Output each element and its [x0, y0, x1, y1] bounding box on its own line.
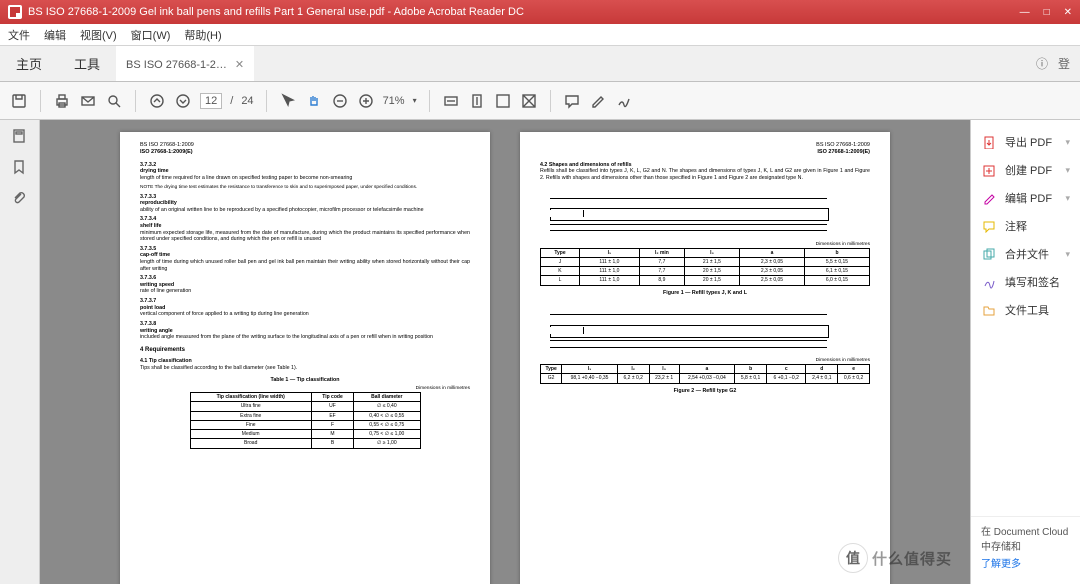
zoom-out-icon[interactable]	[331, 92, 349, 110]
right-tools-panel: 导出 PDF▾ 创建 PDF▾ 编辑 PDF▾ 注释 合并文件▾ 填写和签名 文…	[970, 120, 1080, 584]
left-nav-rail	[0, 120, 40, 584]
save-icon[interactable]	[10, 92, 28, 110]
attachment-icon[interactable]	[11, 190, 29, 211]
fit-page-icon[interactable]	[468, 92, 486, 110]
bookmark-icon[interactable]	[11, 159, 29, 180]
menu-window[interactable]: 窗口(W)	[131, 27, 171, 43]
pointer-icon[interactable]	[279, 92, 297, 110]
tab-home[interactable]: 主页	[0, 46, 58, 81]
title-bar: BS ISO 27668-1-2009 Gel ink ball pens an…	[0, 0, 1080, 24]
page-sep: /	[230, 95, 233, 107]
table-figure-2: Typel₁l₂l₃abcde G298,1 +0,40 −0,356,2 ± …	[540, 364, 870, 384]
comment-icon[interactable]	[563, 92, 581, 110]
watermark: 值 什么值得买	[830, 540, 960, 576]
search-icon[interactable]	[105, 92, 123, 110]
signin-button[interactable]: 登	[1058, 55, 1070, 72]
tool-combine[interactable]: 合并文件▾	[971, 240, 1080, 268]
figure-1-drawing	[540, 186, 870, 242]
page-down-icon[interactable]	[174, 92, 192, 110]
page-left: BS ISO 27668-1:2009ISO 27668-1:2009(E) 3…	[120, 132, 490, 584]
table-figure-1: Typel₁l₂ minl₃ab J111 ± 1,07,721 ± 1,52,…	[540, 248, 870, 286]
tool-fill-sign[interactable]: 填写和签名	[971, 268, 1080, 296]
page-right: BS ISO 27668-1:2009ISO 27668-1:2009(E) 4…	[520, 132, 890, 584]
tool-edit-pdf[interactable]: 编辑 PDF▾	[971, 184, 1080, 212]
document-canvas[interactable]: BS ISO 27668-1:2009ISO 27668-1:2009(E) 3…	[40, 120, 970, 584]
thumbnails-icon[interactable]	[11, 128, 29, 149]
signature-icon[interactable]	[615, 92, 633, 110]
tool-create-pdf[interactable]: 创建 PDF▾	[971, 156, 1080, 184]
zoom-in-icon[interactable]	[357, 92, 375, 110]
menu-view[interactable]: 视图(V)	[80, 27, 117, 43]
fullscreen-icon[interactable]	[494, 92, 512, 110]
watermark-icon: 值	[838, 543, 868, 573]
menu-bar: 文件 编辑 视图(V) 窗口(W) 帮助(H)	[0, 24, 1080, 46]
print-icon[interactable]	[53, 92, 71, 110]
cloud-promo: 在 Document Cloud 中存储和 了解更多	[971, 516, 1080, 576]
maximize-button[interactable]: □	[1044, 7, 1050, 18]
watermark-text: 什么值得买	[872, 548, 952, 569]
close-button[interactable]: ✕	[1064, 7, 1072, 18]
table-1: Tip classification (line width)Tip codeB…	[190, 392, 421, 449]
menu-file[interactable]: 文件	[8, 27, 30, 43]
page-total: 24	[241, 95, 253, 107]
read-mode-icon[interactable]	[520, 92, 538, 110]
tool-export-pdf[interactable]: 导出 PDF▾	[971, 128, 1080, 156]
page-up-icon[interactable]	[148, 92, 166, 110]
toolbar: 12 / 24 71% ▾	[0, 82, 1080, 120]
learn-more-link[interactable]: 了解更多	[981, 555, 1070, 570]
tab-close-icon[interactable]: ✕	[235, 58, 244, 71]
fit-width-icon[interactable]	[442, 92, 460, 110]
zoom-level[interactable]: 71%	[383, 95, 405, 107]
page-input[interactable]: 12	[200, 93, 222, 109]
tab-bar: 主页 工具 BS ISO 27668-1-2… ✕ ⓘ 登	[0, 46, 1080, 82]
menu-help[interactable]: 帮助(H)	[184, 27, 221, 43]
mail-icon[interactable]	[79, 92, 97, 110]
tab-document-label: BS ISO 27668-1-2…	[126, 59, 227, 71]
figure-2-drawing	[540, 302, 870, 358]
window-title: BS ISO 27668-1-2009 Gel ink ball pens an…	[28, 6, 524, 18]
highlight-icon[interactable]	[589, 92, 607, 110]
minimize-button[interactable]: —	[1020, 7, 1030, 18]
info-icon[interactable]: ⓘ	[1036, 55, 1048, 72]
tool-file-tools[interactable]: 文件工具	[971, 296, 1080, 324]
menu-edit[interactable]: 编辑	[44, 27, 66, 43]
tab-tools[interactable]: 工具	[58, 46, 116, 81]
zoom-chevron-icon[interactable]: ▾	[413, 96, 417, 105]
hand-icon[interactable]	[305, 92, 323, 110]
app-logo-icon	[8, 5, 22, 19]
tool-comment[interactable]: 注释	[971, 212, 1080, 240]
tab-document[interactable]: BS ISO 27668-1-2… ✕	[116, 46, 254, 81]
